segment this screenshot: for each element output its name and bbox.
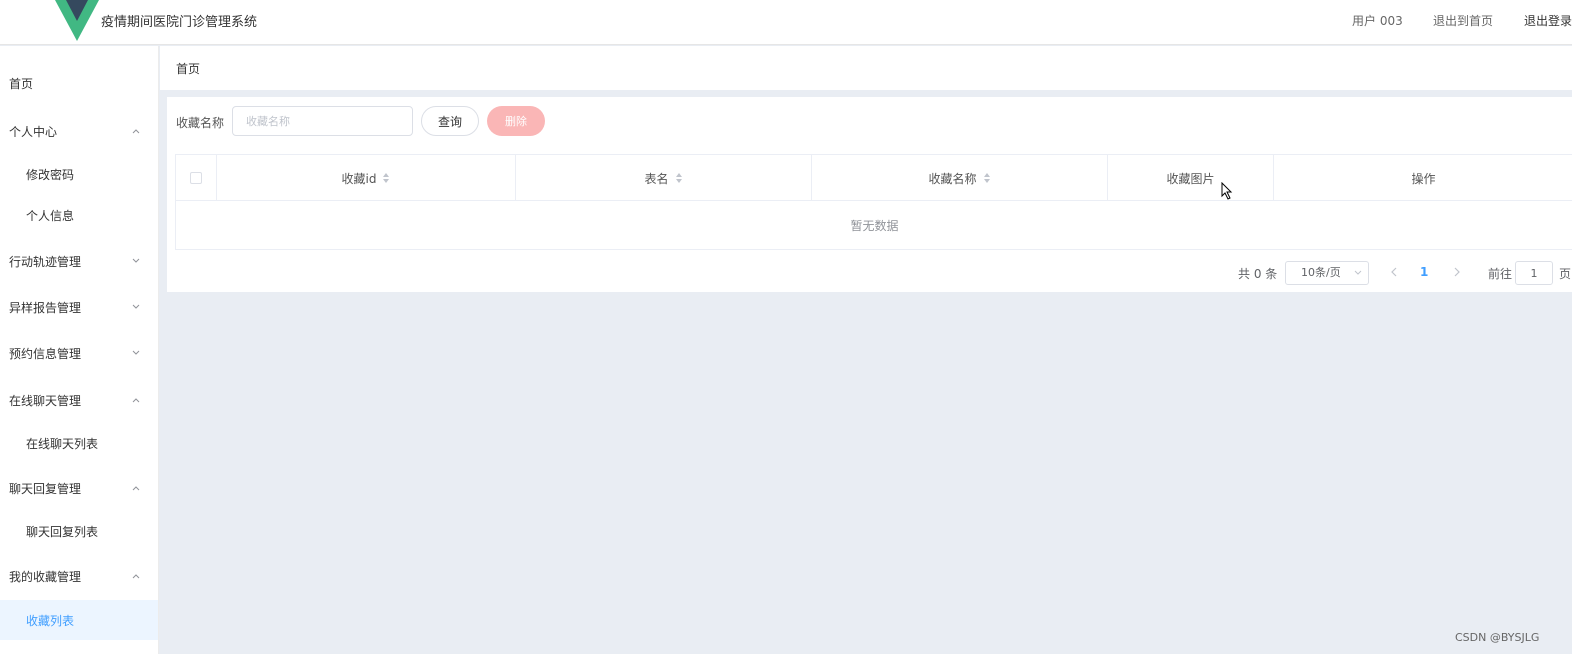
search-label: 收藏名称 xyxy=(176,116,225,130)
sidebar-item-label: 收藏列表 xyxy=(26,613,75,628)
sidebar-item-online-chat-list[interactable]: 在线聊天列表 xyxy=(0,424,158,462)
top-header: 疫情期间医院门诊管理系统 用户 003 退出到首页 退出登录 xyxy=(0,0,1572,45)
breadcrumb-item-home[interactable]: 首页 xyxy=(176,60,200,77)
page-suffix-label: 页 xyxy=(1559,267,1572,281)
sort-icon[interactable] xyxy=(675,172,683,184)
sidebar-group-favorites[interactable]: 我的收藏管理 xyxy=(0,557,158,595)
back-to-home-link[interactable]: 退出到首页 xyxy=(1433,12,1493,29)
sort-icon[interactable] xyxy=(382,172,390,184)
sidebar-item-label: 个人信息 xyxy=(26,208,75,223)
delete-button[interactable]: 删除 xyxy=(487,106,545,136)
sidebar-item-label: 异样报告管理 xyxy=(9,300,82,315)
chevron-down-icon xyxy=(1354,270,1362,275)
column-actions: 操作 xyxy=(1274,155,1572,201)
chevron-down-icon xyxy=(132,304,140,309)
chevron-down-icon xyxy=(132,350,140,355)
goto-page-input[interactable] xyxy=(1515,261,1553,285)
sidebar-group-chat-reply[interactable]: 聊天回复管理 xyxy=(0,469,158,507)
goto-label: 前往 xyxy=(1488,267,1513,281)
breadcrumb: 首页 xyxy=(160,46,1572,90)
current-user: 用户 003 xyxy=(1352,14,1403,28)
page-number-current[interactable]: 1 xyxy=(1420,265,1428,279)
query-button[interactable]: 查询 xyxy=(421,106,479,136)
sidebar-item-home[interactable]: 首页 xyxy=(0,64,158,102)
column-favorite-image: 收藏图片 xyxy=(1108,155,1274,201)
sidebar-item-label: 聊天回复列表 xyxy=(26,524,99,539)
column-label: 收藏图片 xyxy=(1166,171,1215,186)
column-select xyxy=(176,155,217,201)
column-table-name[interactable]: 表名 xyxy=(516,155,812,201)
sidebar-item-label: 在线聊天管理 xyxy=(9,393,82,408)
app-title: 疫情期间医院门诊管理系统 xyxy=(101,15,258,30)
select-all-checkbox[interactable] xyxy=(190,172,202,184)
page-size-value: 10条/页 xyxy=(1301,266,1341,279)
sidebar-item-chat-reply-list[interactable]: 聊天回复列表 xyxy=(0,512,158,550)
chevron-up-icon xyxy=(132,129,140,134)
watermark: CSDN @BYSJLG xyxy=(1455,631,1540,644)
chevron-up-icon xyxy=(132,398,140,403)
sidebar-group-personal-center[interactable]: 个人中心 xyxy=(0,112,158,150)
next-page-icon[interactable] xyxy=(1452,266,1462,278)
column-label: 操作 xyxy=(1411,171,1436,186)
sidebar-item-personal-info[interactable]: 个人信息 xyxy=(0,196,158,234)
column-label: 表名 xyxy=(644,171,669,186)
sidebar-item-label: 修改密码 xyxy=(26,167,75,182)
vue-logo-icon xyxy=(55,0,99,41)
sidebar-item-label: 聊天回复管理 xyxy=(9,481,82,496)
sidebar-item-label: 个人中心 xyxy=(9,124,58,139)
page-size-select[interactable]: 10条/页 xyxy=(1285,261,1369,285)
sidebar: 首页 个人中心 修改密码 个人信息 行动轨迹管理 异样报告管理 预约信息管理 在… xyxy=(0,46,159,654)
sidebar-group-track[interactable]: 行动轨迹管理 xyxy=(0,242,158,280)
sidebar-group-abnormal-report[interactable]: 异样报告管理 xyxy=(0,288,158,326)
sidebar-item-label: 行动轨迹管理 xyxy=(9,254,82,269)
prev-page-icon[interactable] xyxy=(1389,266,1399,278)
sort-icon[interactable] xyxy=(983,172,991,184)
sidebar-item-label: 在线聊天列表 xyxy=(26,436,99,451)
chevron-up-icon xyxy=(132,486,140,491)
column-favorite-name[interactable]: 收藏名称 xyxy=(812,155,1108,201)
content-panel: 收藏名称 查询 删除 收藏id 表名 收藏名称 收藏图片 操作 xyxy=(167,97,1572,292)
table-header: 收藏id 表名 收藏名称 收藏图片 操作 xyxy=(176,155,1572,201)
logout-link[interactable]: 退出登录 xyxy=(1524,12,1572,29)
pagination-total: 共 0 条 xyxy=(1238,267,1278,281)
column-favorite-id[interactable]: 收藏id xyxy=(217,155,516,201)
search-input[interactable] xyxy=(232,106,413,136)
sidebar-item-label: 预约信息管理 xyxy=(9,346,82,361)
chevron-down-icon xyxy=(132,258,140,263)
empty-state: 暂无数据 xyxy=(850,218,899,233)
favorites-table: 收藏id 表名 收藏名称 收藏图片 操作 暂无数据 xyxy=(175,154,1572,250)
sidebar-item-label: 我的收藏管理 xyxy=(9,569,82,584)
sidebar-item-change-password[interactable]: 修改密码 xyxy=(0,155,158,193)
column-label: 收藏id xyxy=(341,171,377,186)
chevron-up-icon xyxy=(132,574,140,579)
mouse-cursor-icon xyxy=(1221,182,1233,200)
column-label: 收藏名称 xyxy=(928,171,977,186)
sidebar-group-appointment[interactable]: 预约信息管理 xyxy=(0,334,158,372)
sidebar-item-favorites-list[interactable]: 收藏列表 xyxy=(0,600,158,640)
sidebar-item-label: 首页 xyxy=(9,76,34,91)
sidebar-group-online-chat[interactable]: 在线聊天管理 xyxy=(0,381,158,419)
